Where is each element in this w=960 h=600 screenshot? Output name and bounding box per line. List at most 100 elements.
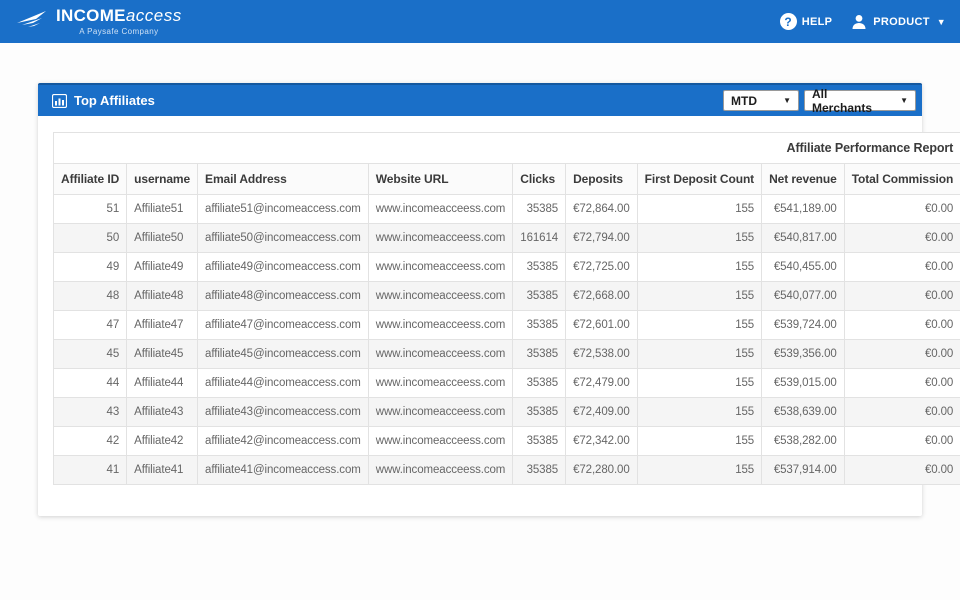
help-label: HELP: [801, 15, 833, 28]
column-header-total-commission: Total Commission: [843, 163, 960, 195]
top-nav-actions: ? HELP PRODUCT ▼: [779, 13, 946, 31]
table-row: 41 Affiliate41 affiliate41@incomeaccess.co…: [52, 455, 960, 485]
caret-down-icon: ▼: [900, 96, 908, 105]
table-row: 51 Affiliate51 affiliate51@incomeaccess.co…: [52, 194, 960, 224]
table-cell: €72,342.00: [565, 426, 638, 456]
table-cell: affiliate51@incomeaccess.com: [197, 194, 369, 224]
table-cell: Affiliate48: [126, 281, 199, 311]
panel-title-label: Top Affiliates: [74, 93, 155, 108]
column-header-email: Email Address: [197, 163, 369, 195]
table-cell: 35385: [512, 339, 567, 369]
product-label: PRODUCT: [873, 15, 930, 28]
table-cell: Affiliate44: [126, 368, 199, 398]
table-cell: 48: [52, 281, 128, 311]
report-title: Affiliate Performance Report: [52, 132, 960, 164]
brand-name: INCOMEaccess: [56, 6, 182, 25]
table-cell: www.incomeacceess.com: [367, 397, 514, 427]
table-cell: affiliate48@incomeaccess.com: [197, 281, 369, 311]
top-nav-bar: INCOMEaccess A Paysafe Company ? HELP PR…: [0, 0, 960, 43]
table-cell: €72,794.00: [565, 223, 638, 253]
table-cell: €72,409.00: [565, 397, 638, 427]
column-header-clicks: Clicks: [512, 163, 567, 195]
table-cell: €537,914.00: [761, 455, 845, 485]
table-cell: Affiliate51: [126, 194, 199, 224]
table-cell: 155: [636, 368, 763, 398]
brand-swoosh-icon: [17, 11, 46, 27]
column-header-website: Website URL: [367, 163, 514, 195]
help-button[interactable]: ? HELP: [779, 13, 833, 30]
column-header-net-revenue: Net revenue: [761, 163, 845, 195]
table-cell: €540,077.00: [761, 281, 845, 311]
table-cell: 155: [636, 310, 763, 340]
table-cell: www.incomeacceess.com: [367, 194, 514, 224]
table-cell: €0.00: [843, 339, 960, 369]
table-cell: 155: [636, 339, 763, 369]
table-cell: www.incomeacceess.com: [367, 252, 514, 282]
caret-down-icon: ▼: [783, 96, 791, 105]
table-cell: 35385: [512, 455, 567, 485]
table-cell: Affiliate43: [126, 397, 199, 427]
table-cell: 42: [52, 426, 128, 456]
period-select[interactable]: MTD ▼: [723, 90, 799, 111]
table-cell: Affiliate41: [126, 455, 199, 485]
table-cell: €0.00: [843, 426, 960, 456]
column-header-username: username: [126, 163, 199, 195]
column-header-affiliate-id: Affiliate ID: [52, 163, 128, 195]
table-cell: €539,015.00: [761, 368, 845, 398]
table-cell: affiliate50@incomeaccess.com: [197, 223, 369, 253]
table-cell: 155: [636, 252, 763, 282]
page-content: Top Affiliates MTD ▼ All Merchants ▼ Aff…: [0, 43, 960, 516]
table-cell: €540,455.00: [761, 252, 845, 282]
table-cell: 155: [636, 426, 763, 456]
table-cell: €0.00: [843, 281, 960, 311]
period-select-value: MTD: [731, 93, 757, 108]
table-cell: 155: [636, 397, 763, 427]
table-cell: €541,189.00: [761, 194, 845, 224]
table-cell: €0.00: [843, 368, 960, 398]
bar-chart-icon: [52, 93, 67, 108]
panel-header: Top Affiliates MTD ▼ All Merchants ▼: [38, 83, 922, 116]
table-cell: affiliate42@incomeaccess.com: [197, 426, 369, 456]
table-cell: 161614: [512, 223, 567, 253]
table-cell: www.incomeacceess.com: [367, 368, 514, 398]
table-cell: 35385: [512, 426, 567, 456]
help-icon: ?: [779, 13, 797, 30]
brand-logo[interactable]: INCOMEaccess A Paysafe Company: [16, 7, 182, 36]
table-body: 51 Affiliate51 affiliate51@incomeaccess.co…: [52, 194, 960, 485]
table-cell: 35385: [512, 310, 567, 340]
table-row: 47 Affiliate47 affiliate47@incomeaccess.co…: [52, 310, 960, 340]
table-cell: www.incomeacceess.com: [367, 339, 514, 369]
table-cell: €0.00: [843, 194, 960, 224]
table-cell: €540,817.00: [761, 223, 845, 253]
table-cell: 35385: [512, 397, 567, 427]
table-cell: €72,864.00: [565, 194, 638, 224]
table-cell: €538,639.00: [761, 397, 845, 427]
caret-down-icon: ▼: [936, 16, 946, 27]
table-cell: 35385: [512, 281, 567, 311]
column-header-first-deposit-count: First Deposit Count: [636, 163, 763, 195]
table-cell: 45: [52, 339, 128, 369]
table-cell: €72,725.00: [565, 252, 638, 282]
table-cell: 41: [52, 455, 128, 485]
table-row: 44 Affiliate44 affiliate44@incomeaccess.co…: [52, 368, 960, 398]
table-cell: €72,479.00: [565, 368, 638, 398]
top-affiliates-panel: Top Affiliates MTD ▼ All Merchants ▼ Aff…: [38, 83, 960, 516]
merchant-select[interactable]: All Merchants ▼: [804, 87, 916, 115]
table-cell: 35385: [512, 368, 567, 398]
table-row: 42 Affiliate42 affiliate42@incomeaccess.co…: [52, 426, 960, 456]
product-menu-button[interactable]: PRODUCT ▼: [850, 13, 946, 31]
brand-tagline: A Paysafe Company: [79, 27, 159, 36]
table-cell: Affiliate45: [126, 339, 199, 369]
affiliate-performance-table: Affiliate Performance Report Affiliate I…: [52, 132, 960, 485]
table-cell: www.incomeacceess.com: [367, 223, 514, 253]
table-cell: €539,724.00: [761, 310, 845, 340]
table-cell: €72,668.00: [565, 281, 638, 311]
table-row: 49 Affiliate49 affiliate49@incomeaccess.co…: [52, 252, 960, 282]
table-cell: www.incomeacceess.com: [367, 310, 514, 340]
table-cell: 47: [52, 310, 128, 340]
table-cell: €72,601.00: [565, 310, 638, 340]
table-caption-row: Affiliate Performance Report: [52, 132, 960, 164]
table-cell: Affiliate49: [126, 252, 199, 282]
table-cell: affiliate47@incomeaccess.com: [197, 310, 369, 340]
user-icon: [852, 14, 866, 29]
